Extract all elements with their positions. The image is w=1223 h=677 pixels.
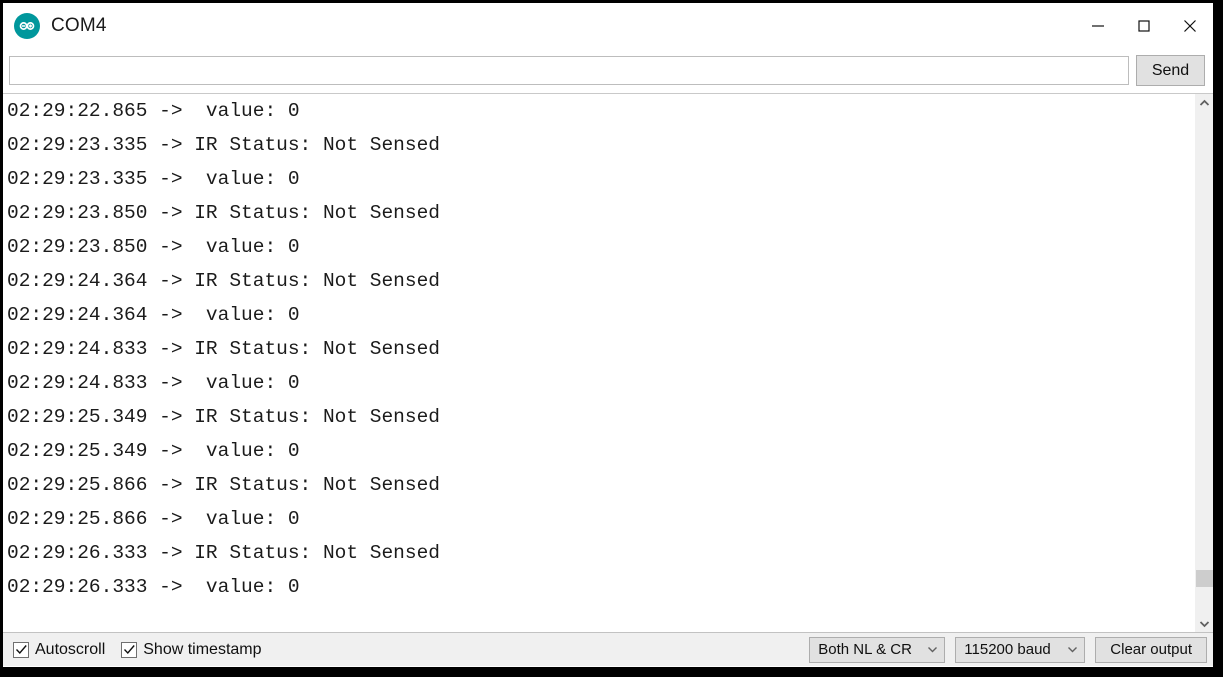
log-line: 02:29:26.333 -> value: 0	[7, 576, 300, 598]
log-line: 02:29:25.866 -> IR Status: Not Sensed	[7, 474, 440, 496]
serial-monitor-window: COM4 Send 02:29:22.865 -> value: 0 02:29…	[3, 3, 1213, 667]
log-line: 02:29:23.850 -> IR Status: Not Sensed	[7, 202, 440, 224]
scrollbar-track[interactable]	[1196, 111, 1213, 615]
chevron-down-icon	[915, 646, 938, 653]
check-icon	[15, 645, 27, 655]
log-line: 02:29:24.364 -> value: 0	[7, 304, 300, 326]
show-timestamp-checkbox[interactable]	[121, 641, 138, 658]
line-ending-value: Both NL & CR	[818, 641, 912, 658]
baud-rate-value: 115200 baud	[964, 641, 1051, 658]
autoscroll-checkbox-item[interactable]: Autoscroll	[13, 641, 105, 659]
autoscroll-checkbox[interactable]	[13, 641, 29, 658]
send-button[interactable]: Send	[1136, 55, 1205, 86]
show-timestamp-label: Show timestamp	[143, 640, 262, 658]
maximize-icon	[1138, 19, 1150, 32]
log-line: 02:29:24.833 -> IR Status: Not Sensed	[7, 338, 440, 360]
close-button[interactable]	[1167, 3, 1213, 48]
log-line: 02:29:23.335 -> IR Status: Not Sensed	[7, 134, 440, 156]
serial-output-log[interactable]: 02:29:22.865 -> value: 0 02:29:23.335 -> …	[3, 94, 1195, 632]
check-icon	[123, 645, 135, 655]
log-line: 02:29:24.833 -> value: 0	[7, 372, 300, 394]
title-bar: COM4	[3, 3, 1213, 48]
window-frame: COM4 Send 02:29:22.865 -> value: 0 02:29…	[0, 0, 1223, 677]
log-line: 02:29:25.349 -> IR Status: Not Sensed	[7, 406, 440, 428]
scroll-down-button[interactable]	[1196, 615, 1213, 632]
close-icon	[1184, 19, 1196, 32]
autoscroll-label: Autoscroll	[35, 640, 106, 658]
log-line: 02:29:25.349 -> value: 0	[7, 440, 300, 462]
log-line: 02:29:25.866 -> value: 0	[7, 508, 300, 530]
arduino-infinity-icon	[14, 12, 40, 39]
status-bar: Autoscroll Show timestamp Both NL & CR 1…	[3, 632, 1213, 666]
log-line: 02:29:24.364 -> IR Status: Not Sensed	[7, 270, 440, 292]
console-scrollbar[interactable]	[1195, 94, 1213, 632]
window-title: COM4	[51, 14, 107, 36]
baud-rate-select[interactable]: 115200 baud	[955, 636, 1086, 663]
scroll-up-button[interactable]	[1196, 94, 1213, 111]
chevron-up-icon	[1199, 99, 1210, 106]
show-timestamp-checkbox-item[interactable]: Show timestamp	[121, 640, 262, 659]
minimize-icon	[1092, 24, 1104, 27]
minimize-button[interactable]	[1075, 3, 1121, 48]
line-ending-select[interactable]: Both NL & CR	[809, 636, 946, 663]
log-line: 02:29:22.865 -> value: 0	[7, 100, 300, 122]
console-area: 02:29:22.865 -> value: 0 02:29:23.335 -> …	[3, 94, 1213, 632]
log-line: 02:29:26.333 -> IR Status: Not Sensed	[7, 542, 440, 564]
serial-send-input[interactable]	[9, 56, 1129, 85]
window-controls	[1075, 3, 1213, 48]
maximize-button[interactable]	[1121, 3, 1167, 48]
chevron-down-icon	[1199, 620, 1210, 627]
chevron-down-icon	[1055, 646, 1078, 653]
clear-output-button[interactable]: Clear output	[1095, 636, 1207, 663]
log-line: 02:29:23.335 -> value: 0	[7, 168, 300, 190]
send-bar: Send	[3, 48, 1213, 94]
log-line: 02:29:23.850 -> value: 0	[7, 236, 300, 258]
scrollbar-thumb[interactable]	[1196, 569, 1213, 588]
